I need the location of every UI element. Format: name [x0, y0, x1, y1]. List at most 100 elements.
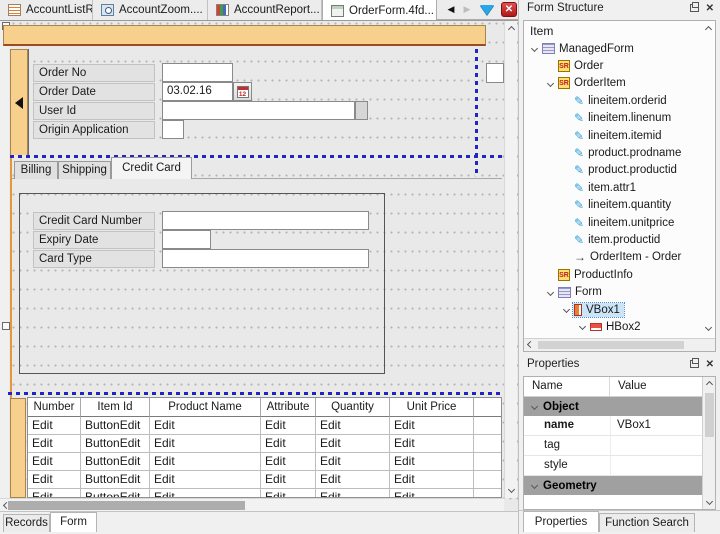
scroll-up-icon[interactable] [703, 378, 715, 390]
tab-list-dropdown-icon[interactable] [480, 5, 494, 15]
table-cell[interactable]: Edit [390, 489, 474, 498]
tree-item-content[interactable]: SROrder [557, 59, 607, 73]
table-side-bar[interactable] [10, 398, 26, 498]
group-collapse-icon[interactable] [531, 482, 538, 489]
order-items-table[interactable]: NumberItem IdProduct NameAttributeQuanti… [27, 397, 502, 498]
table-cell[interactable]: ButtonEdit [81, 471, 150, 489]
table-cell[interactable]: Edit [150, 489, 261, 498]
table-column-header[interactable]: Product Name [150, 398, 261, 417]
card-type-input[interactable] [162, 249, 369, 268]
tree-item-content[interactable]: ManagedForm [541, 42, 638, 56]
table-column-header[interactable]: Attribute [261, 398, 316, 417]
order-no-label[interactable]: Order No [33, 64, 155, 82]
date-picker-button[interactable]: 12 [233, 82, 252, 101]
credit-card-number-input[interactable] [162, 211, 369, 230]
document-tab[interactable]: AccountReport... [208, 0, 322, 20]
tree-item[interactable]: SROrderItem [524, 75, 715, 92]
table-cell[interactable]: Edit [150, 435, 261, 453]
table-cell[interactable]: Edit [316, 453, 390, 471]
user-id-lookup-button[interactable] [355, 101, 368, 120]
expiry-date-input[interactable] [162, 230, 211, 249]
view-tab-form[interactable]: Form [50, 512, 97, 532]
property-group-object[interactable]: Object [524, 397, 702, 416]
group-collapse-icon[interactable] [531, 403, 538, 410]
property-value[interactable]: VBox1 [610, 416, 702, 435]
tree-item[interactable]: ✎lineitem.linenum [524, 110, 715, 127]
hbox-side-bar[interactable] [10, 49, 28, 156]
tree-item-content[interactable]: Form [557, 285, 606, 299]
tree-item-content[interactable]: ✎item.attr1 [573, 181, 640, 195]
table-cell[interactable]: Edit [28, 471, 81, 489]
tree-expander-icon[interactable] [560, 307, 573, 312]
tree-item[interactable]: ✎item.productid [524, 231, 715, 248]
panel-close-icon[interactable]: ✕ [706, 4, 714, 13]
user-id-input[interactable] [162, 101, 355, 120]
tree-horizontal-scrollbar[interactable] [524, 338, 715, 351]
table-cell[interactable]: Edit [28, 453, 81, 471]
properties-grid[interactable]: Name Value ObjectnameVBox1tagstyleGeomet… [523, 376, 716, 510]
table-cell[interactable]: Edit [28, 417, 81, 435]
scroll-down-icon[interactable] [703, 495, 715, 507]
folder-tab-credit-card[interactable]: Credit Card [111, 157, 192, 179]
table-cell[interactable]: Edit [28, 489, 81, 498]
tree-item-content[interactable]: ✎lineitem.quantity [573, 198, 675, 212]
vbox-top-bar[interactable] [3, 25, 486, 46]
tree-item[interactable]: ✎product.prodname [524, 144, 715, 161]
expiry-date-label[interactable]: Expiry Date [33, 231, 155, 249]
user-id-label[interactable]: User Id [33, 102, 155, 120]
properties-vertical-scrollbar[interactable] [702, 377, 715, 509]
panel-close-icon[interactable]: ✕ [706, 360, 714, 369]
table-cell[interactable]: Edit [261, 453, 316, 471]
table-column-header[interactable]: Item Id [81, 398, 150, 417]
scroll-right-icon[interactable] [490, 499, 502, 511]
tree-item-content[interactable]: ✎lineitem.unitprice [573, 216, 678, 230]
scroll-down-icon[interactable] [505, 483, 517, 495]
tree-item[interactable]: →OrderItem - Order [524, 249, 715, 266]
document-tab[interactable]: OrderForm.4fd... [322, 0, 437, 21]
tree-item-content[interactable]: ✎item.productid [573, 233, 664, 247]
table-cell[interactable]: Edit [150, 453, 261, 471]
table-cell[interactable]: Edit [150, 417, 261, 435]
panel-float-icon[interactable] [690, 360, 699, 368]
tree-item[interactable]: ✎lineitem.orderid [524, 92, 715, 109]
table-cell[interactable]: Edit [316, 489, 390, 498]
tree-item-content[interactable]: VBox1 [573, 303, 624, 317]
table-cell[interactable]: Edit [390, 435, 474, 453]
tree-expander-icon[interactable] [544, 81, 557, 86]
tree-item[interactable]: Form [524, 283, 715, 300]
table-cell[interactable]: Edit [316, 435, 390, 453]
table-cell[interactable]: ButtonEdit [81, 435, 150, 453]
tree-item[interactable]: ✎lineitem.quantity [524, 197, 715, 214]
tree-item-content[interactable]: SROrderItem [557, 76, 630, 90]
table-cell[interactable]: Edit [261, 471, 316, 489]
tree-item-content[interactable]: HBox2 [589, 320, 645, 334]
scrollbar-thumb[interactable] [8, 501, 245, 510]
table-column-header[interactable]: Quantity [316, 398, 390, 417]
table-cell[interactable]: Edit [316, 471, 390, 489]
table-cell[interactable]: ButtonEdit [81, 489, 150, 498]
tree-expander-icon[interactable] [544, 290, 557, 295]
tree-item[interactable]: ✎lineitem.itemid [524, 127, 715, 144]
tree-scroll-up-icon[interactable] [702, 23, 714, 35]
tree-scroll-right-icon[interactable] [703, 338, 715, 350]
document-tab[interactable]: AccountListRep... [0, 0, 93, 20]
tree-item[interactable]: ✎product.productid [524, 162, 715, 179]
origin-application-label[interactable]: Origin Application [33, 121, 155, 139]
table-cell[interactable]: Edit [28, 435, 81, 453]
table-cell[interactable]: Edit [261, 417, 316, 435]
tree-item[interactable]: ✎lineitem.unitprice [524, 214, 715, 231]
table-cell[interactable]: Edit [316, 417, 390, 435]
table-cell[interactable]: Edit [390, 471, 474, 489]
tree-item[interactable]: VBox1 [524, 301, 715, 318]
table-cell[interactable]: Edit [261, 435, 316, 453]
tree-root-item[interactable]: Item [524, 21, 715, 40]
tree-expander-icon[interactable] [528, 46, 541, 51]
table-cell[interactable]: Edit [150, 471, 261, 489]
panel-tab-function-search[interactable]: Function Search [599, 513, 695, 532]
table-cell[interactable]: Edit [261, 489, 316, 498]
tree-item-content[interactable]: ✎product.prodname [573, 146, 685, 160]
view-tab-records[interactable]: Records [3, 514, 50, 532]
table-column-header[interactable]: Unit Price [390, 398, 474, 417]
order-date-input[interactable]: 03.02.16 [162, 82, 233, 101]
table-cell[interactable]: Edit [390, 453, 474, 471]
